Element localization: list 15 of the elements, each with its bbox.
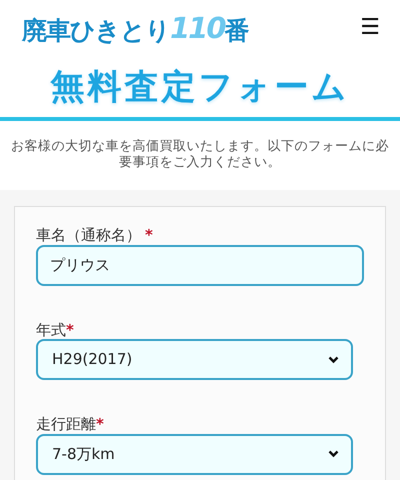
intro-text: お客様の大切な車を高価買取いたします。以下のフォームに必要事項をご入力ください。 [10,138,390,170]
logo-text[interactable]: 番 [224,18,249,42]
field-label: 年式 [36,322,66,338]
field-label: 車名（通称名） [36,227,141,244]
field-label: 走行距離 [36,416,96,433]
select-field[interactable]: 7-8万km [36,434,353,475]
page-title: 無料査定フォーム [49,66,350,109]
select-field[interactable]: H29(2017) [36,339,353,380]
required-mark: * [145,227,153,244]
chevron-down-icon [328,356,339,364]
required-mark: * [66,322,74,338]
text-field[interactable]: プリウス [36,244,364,286]
chevron-down-icon [328,450,339,458]
required-mark: * [96,416,104,433]
logo-text[interactable]: 廃車ひきとり [22,18,170,42]
